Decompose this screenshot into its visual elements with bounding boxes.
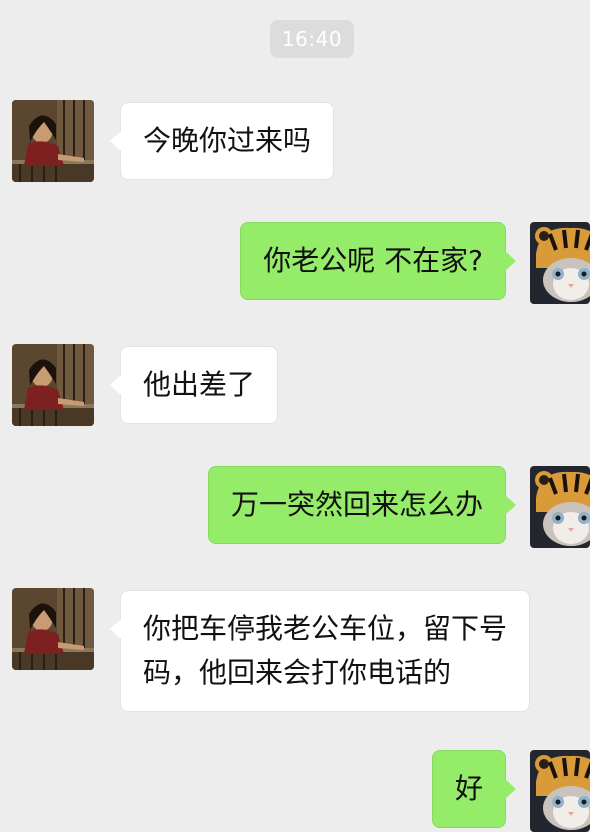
message-bubble-sent[interactable]: 你老公呢 不在家?: [240, 222, 516, 300]
contact-avatar[interactable]: [12, 588, 94, 670]
my-avatar[interactable]: [530, 222, 590, 304]
message-text: 好: [454, 772, 483, 805]
my-avatar[interactable]: [530, 750, 590, 832]
my-avatar[interactable]: [530, 466, 590, 548]
message-bubble-sent[interactable]: 万一突然回来怎么办: [207, 466, 517, 544]
message-text: 他出差了: [143, 368, 256, 401]
message-text-line: 码，他回来会打你电话的: [143, 656, 452, 689]
message-text: 你老公呢 不在家?: [263, 244, 483, 277]
message-text: 万一突然回来怎么办: [230, 488, 483, 521]
message-bubble-received[interactable]: 他出差了: [109, 346, 279, 424]
message-text-line: 你把车停我老公车位，留下号: [143, 612, 508, 645]
contact-avatar[interactable]: [12, 100, 94, 182]
message-bubble-received[interactable]: 今晚你过来吗: [109, 102, 335, 180]
message-bubble-sent[interactable]: 好: [431, 750, 517, 828]
message-bubble-received[interactable]: 你把车停我老公车位，留下号 码，他回来会打你电话的: [110, 590, 530, 712]
contact-avatar[interactable]: [12, 344, 94, 426]
message-text: 今晚你过来吗: [143, 124, 312, 157]
timestamp: 16:40: [270, 20, 354, 58]
